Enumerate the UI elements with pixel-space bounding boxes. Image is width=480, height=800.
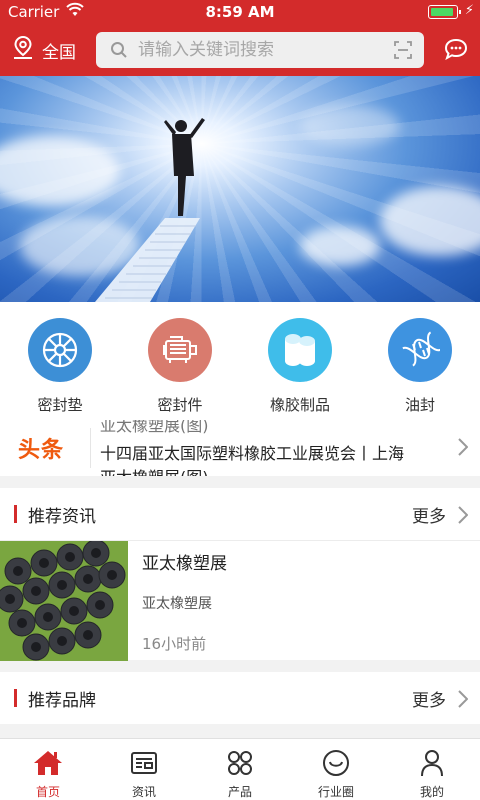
promo-banner[interactable] (0, 76, 480, 302)
tab-label: 资讯 (131, 785, 156, 799)
recommended-news-header[interactable]: 推荐资讯 更多 (0, 488, 480, 540)
tab-label: 首页 (35, 785, 60, 799)
wheel-icon (28, 318, 92, 382)
news-timestamp: 16小时前 (142, 635, 207, 653)
section-title: 推荐资讯 (28, 507, 96, 527)
news-title: 亚太橡塑展 (142, 554, 227, 574)
battery-icon (428, 5, 461, 19)
tab-home[interactable]: 首页 (0, 739, 96, 800)
smile-circle-icon (322, 749, 350, 777)
chevron-right-icon (458, 506, 469, 528)
headline-item: 亚太橡塑展(图) (100, 420, 209, 435)
app-root: Carrier 8:59 AM ⚡ 全国 请输入关键词搜索 密封垫 密封件 橡胶… (0, 0, 480, 800)
headline-ticker[interactable]: 头条 亚太橡塑展(图) 十四届亚太国际塑料橡胶工业展览会丨上海 亚太橡塑展(图) (0, 420, 480, 476)
category-label: 密封件 (157, 396, 203, 414)
headline-item: 亚太橡塑展(图) (100, 464, 209, 476)
charging-icon: ⚡ (464, 3, 474, 18)
category-label: 密封垫 (37, 396, 83, 414)
location-pin-icon (12, 35, 34, 65)
product-grid-icon (226, 749, 254, 777)
dna-icon (388, 318, 452, 382)
section-accent-bar (14, 505, 17, 523)
chat-bubble-icon (444, 38, 468, 64)
header: Carrier 8:59 AM ⚡ 全国 (0, 0, 480, 76)
news-icon (130, 749, 158, 777)
headline-item: 十四届亚太国际塑料橡胶工业展览会丨上海 (100, 444, 405, 463)
message-button[interactable] (444, 38, 468, 64)
scan-icon[interactable] (394, 41, 412, 63)
recommended-brands-header[interactable]: 推荐品牌 更多 (0, 672, 480, 724)
news-source: 亚太橡塑展 (142, 596, 212, 612)
bottom-tab-bar: 首页 资讯 产品 行业圈 我的 (0, 738, 480, 800)
more-link[interactable]: 更多 (412, 502, 446, 527)
rubber-rolls-icon (268, 318, 332, 382)
machine-icon (148, 318, 212, 382)
tab-products[interactable]: 产品 (192, 739, 288, 800)
headline-logo: 头条 (18, 438, 65, 463)
tab-industry-circle[interactable]: 行业圈 (288, 739, 384, 800)
chevron-right-icon (458, 438, 469, 460)
tab-news[interactable]: 资讯 (96, 739, 192, 800)
divider (90, 428, 91, 468)
tab-label: 行业圈 (317, 785, 354, 799)
battery-level (431, 8, 453, 16)
category-label: 油封 (404, 396, 435, 414)
news-card[interactable]: 亚太橡塑展 亚太橡塑展 16小时前 (0, 540, 480, 661)
category-label: 橡胶制品 (269, 396, 330, 414)
category-gasket[interactable]: 密封垫 (0, 302, 120, 420)
user-icon (420, 749, 444, 777)
home-icon (33, 749, 63, 777)
tab-profile[interactable]: 我的 (384, 739, 480, 800)
news-thumbnail (0, 541, 128, 661)
search-bar[interactable] (96, 32, 424, 68)
location-label: 全国 (42, 42, 76, 63)
category-oil-seal[interactable]: 油封 (360, 302, 480, 420)
tab-label: 我的 (419, 785, 444, 799)
clock: 8:59 AM (205, 3, 275, 21)
search-input[interactable] (138, 40, 378, 60)
nav-bar: 全国 (0, 24, 480, 76)
category-rubber-products[interactable]: 橡胶制品 (240, 302, 360, 420)
section-accent-bar (14, 689, 17, 707)
chevron-right-icon (458, 690, 469, 712)
location-button[interactable]: 全国 (12, 35, 76, 65)
tab-label: 产品 (227, 785, 252, 799)
category-seal[interactable]: 密封件 (120, 302, 240, 420)
more-link[interactable]: 更多 (412, 686, 446, 711)
section-title: 推荐品牌 (28, 691, 96, 711)
category-grid: 密封垫 密封件 橡胶制品 油封 (0, 302, 480, 420)
search-icon (110, 41, 128, 59)
stairway-illustration (95, 118, 205, 302)
status-bar: Carrier 8:59 AM ⚡ (0, 0, 480, 24)
